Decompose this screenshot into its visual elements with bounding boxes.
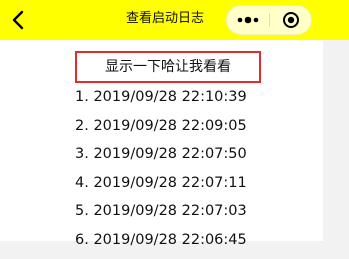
page-title: 查看启动日志	[125, 11, 204, 26]
log-entry: 3. 2019/09/28 22:07:50	[75, 146, 247, 163]
log-entry: 5. 2019/09/28 22:07:03	[75, 203, 247, 220]
chevron-left-icon	[12, 10, 24, 30]
startup-log-list: 1. 2019/09/28 22:10:39 2. 2019/09/28 22:…	[75, 87, 247, 259]
log-entry: 1. 2019/09/28 22:10:39	[75, 89, 247, 105]
back-button[interactable]	[4, 6, 32, 34]
more-dots-icon	[237, 16, 259, 24]
show-logs-button[interactable]: 显示一下哈让我看看	[75, 51, 261, 83]
more-button[interactable]	[227, 6, 269, 34]
target-circle-icon	[282, 12, 299, 28]
log-entry: 2. 2019/09/28 22:09:05	[75, 117, 247, 134]
content-area: 显示一下哈让我看看 1. 2019/09/28 22:10:39 2. 2019…	[0, 40, 323, 248]
log-entry: 4. 2019/09/28 22:07:11	[75, 174, 247, 191]
log-entry: 6. 2019/09/28 22:06:45	[75, 231, 247, 248]
menu-capsule	[226, 5, 312, 35]
navigation-bar: 查看启动日志	[0, 0, 349, 40]
close-miniprogram-button[interactable]	[270, 6, 311, 34]
